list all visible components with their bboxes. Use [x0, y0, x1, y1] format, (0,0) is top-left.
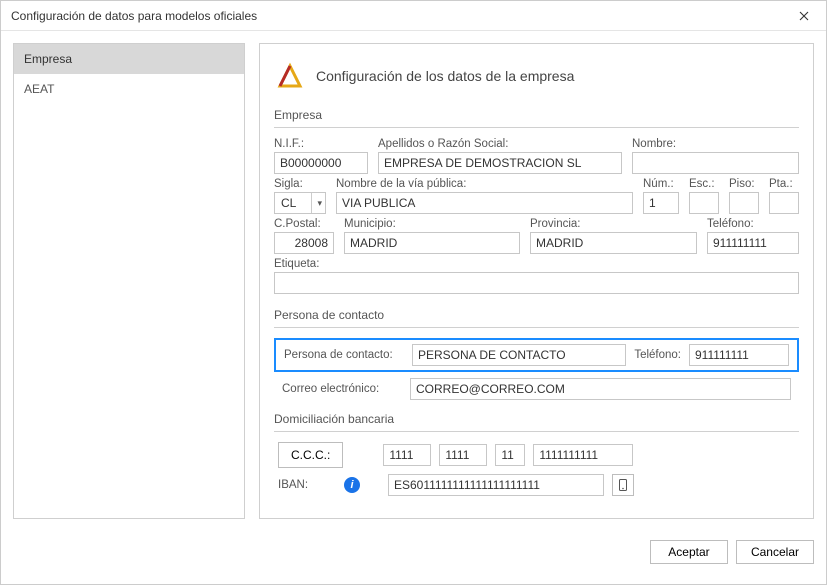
sigla-label: Sigla:	[274, 178, 326, 190]
nombre-input[interactable]	[632, 152, 799, 174]
correo-input[interactable]	[410, 378, 791, 400]
iban-input[interactable]	[388, 474, 604, 496]
apellidos-label: Apellidos o Razón Social:	[378, 138, 622, 150]
municipio-label: Municipio:	[344, 218, 520, 230]
sidebar-item-empresa[interactable]: Empresa	[14, 44, 244, 74]
section-title-banco: Domiciliación bancaria	[274, 412, 799, 432]
iban-label: IBAN:	[278, 479, 336, 491]
nif-label: N.I.F.:	[274, 138, 368, 150]
apellidos-input[interactable]	[378, 152, 622, 174]
contacto-telefono-label: Teléfono:	[634, 349, 681, 361]
main-panel: Configuración de los datos de la empresa…	[259, 43, 814, 519]
nif-input[interactable]	[274, 152, 368, 174]
panel-header: Configuración de los datos de la empresa	[274, 60, 799, 92]
provincia-input[interactable]	[530, 232, 697, 254]
body: Empresa AEAT Configuración de los datos …	[1, 31, 826, 531]
footer: Aceptar Cancelar	[1, 531, 826, 573]
ccc1-input[interactable]	[383, 444, 431, 466]
piso-input[interactable]	[729, 192, 759, 214]
info-icon[interactable]: i	[344, 477, 360, 493]
panel-title: Configuración de los datos de la empresa	[316, 68, 574, 84]
chevron-down-icon: ▾	[311, 193, 322, 213]
etiqueta-label: Etiqueta:	[274, 258, 799, 270]
piso-label: Piso:	[729, 178, 759, 190]
device-icon	[619, 479, 627, 491]
iban-lookup-button[interactable]	[612, 474, 634, 496]
sidebar-item-label: Empresa	[24, 52, 72, 66]
sidebar-item-aeat[interactable]: AEAT	[14, 74, 244, 104]
sidebar-item-label: AEAT	[24, 82, 54, 96]
provincia-label: Provincia:	[530, 218, 697, 230]
titlebar: Configuración de datos para modelos ofic…	[1, 1, 826, 31]
aeat-logo-icon	[274, 60, 306, 92]
accept-button[interactable]: Aceptar	[650, 540, 728, 564]
num-input[interactable]	[643, 192, 679, 214]
close-icon	[799, 11, 809, 21]
sigla-select[interactable]: CL ▾	[274, 192, 326, 214]
telefono-input[interactable]	[707, 232, 799, 254]
ccc3-input[interactable]	[495, 444, 525, 466]
cpostal-label: C.Postal:	[274, 218, 334, 230]
esc-label: Esc.:	[689, 178, 719, 190]
municipio-input[interactable]	[344, 232, 520, 254]
telefono-label: Teléfono:	[707, 218, 799, 230]
esc-input[interactable]	[689, 192, 719, 214]
ccc4-input[interactable]	[533, 444, 633, 466]
via-input[interactable]	[336, 192, 633, 214]
correo-label: Correo electrónico:	[282, 383, 402, 395]
close-button[interactable]	[781, 1, 826, 31]
window-title: Configuración de datos para modelos ofic…	[11, 9, 257, 23]
contacto-highlight: Persona de contacto: Teléfono:	[274, 338, 799, 372]
ccc2-input[interactable]	[439, 444, 487, 466]
cpostal-input[interactable]	[274, 232, 334, 254]
etiqueta-input[interactable]	[274, 272, 799, 294]
cancel-button[interactable]: Cancelar	[736, 540, 814, 564]
persona-input[interactable]	[412, 344, 626, 366]
section-title-empresa: Empresa	[274, 108, 799, 128]
num-label: Núm.:	[643, 178, 679, 190]
contacto-telefono-input[interactable]	[689, 344, 789, 366]
sigla-value: CL	[281, 196, 296, 210]
ccc-label: C.C.C.:	[291, 448, 330, 462]
nombre-label: Nombre:	[632, 138, 799, 150]
sidebar: Empresa AEAT	[13, 43, 245, 519]
ccc-button[interactable]: C.C.C.:	[278, 442, 343, 468]
via-label: Nombre de la vía pública:	[336, 178, 633, 190]
pta-input[interactable]	[769, 192, 799, 214]
persona-label: Persona de contacto:	[284, 349, 404, 361]
pta-label: Pta.:	[769, 178, 799, 190]
section-title-contacto: Persona de contacto	[274, 308, 799, 328]
